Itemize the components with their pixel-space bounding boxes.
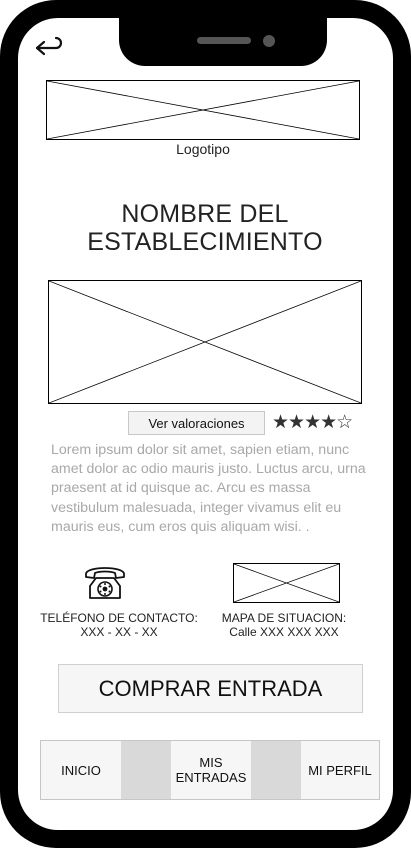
filled-stars: ★★★★ — [272, 412, 337, 433]
logo-placeholder — [46, 80, 360, 140]
nav-item-label: INICIO — [61, 762, 101, 778]
image-placeholder-icon — [234, 564, 339, 602]
speaker-grille — [197, 37, 251, 44]
nav-item-label: MIS — [199, 755, 223, 770]
buy-ticket-button[interactable]: COMPRAR ENTRADA — [58, 664, 363, 713]
nav-separator — [121, 741, 171, 799]
venue-title: NOMBRE DEL ESTABLECIMIENTO — [40, 200, 370, 256]
view-reviews-button[interactable]: Ver valoraciones — [128, 411, 265, 435]
bottom-navbar: INICIO MIS ENTRADAS MI PERFIL — [40, 740, 380, 800]
empty-star: ☆ — [336, 412, 353, 433]
image-placeholder-icon — [47, 81, 359, 139]
nav-item-my-profile[interactable]: MI PERFIL — [301, 741, 379, 799]
venue-image-placeholder — [48, 280, 362, 404]
venue-description: Lorem ipsum dolor sit amet, sapien etiam… — [51, 442, 366, 535]
nav-item-label: ENTRADAS — [175, 770, 247, 785]
nav-item-home[interactable]: INICIO — [41, 741, 121, 799]
venue-title-line: ESTABLECIMIENTO — [87, 228, 323, 256]
logo-caption: Logotipo — [176, 141, 230, 157]
map-label: MAPA DE SITUACION: — [221, 611, 347, 625]
image-placeholder-icon — [49, 281, 361, 403]
front-camera — [263, 35, 275, 47]
telephone-icon[interactable] — [82, 562, 128, 602]
nav-item-my-tickets[interactable]: MIS ENTRADAS — [171, 741, 251, 799]
back-arrow-icon[interactable] — [32, 36, 66, 62]
nav-separator — [251, 741, 301, 799]
contact-phone-info: TELÉFONO DE CONTACTO: XXX - XX - XX — [30, 611, 208, 639]
contact-value: XXX - XX - XX — [80, 625, 158, 639]
star-rating: ★★★★☆ — [272, 412, 353, 434]
nav-item-label: MI PERFIL — [308, 762, 372, 778]
map-address: Calle XXX XXX XXX — [229, 625, 339, 639]
phone-notch — [119, 18, 327, 66]
map-placeholder[interactable] — [233, 563, 340, 603]
map-info: MAPA DE SITUACION: Calle XXX XXX XXX — [210, 611, 358, 639]
contact-label: TELÉFONO DE CONTACTO: — [40, 611, 198, 625]
venue-title-line: NOMBRE DEL — [121, 200, 289, 228]
